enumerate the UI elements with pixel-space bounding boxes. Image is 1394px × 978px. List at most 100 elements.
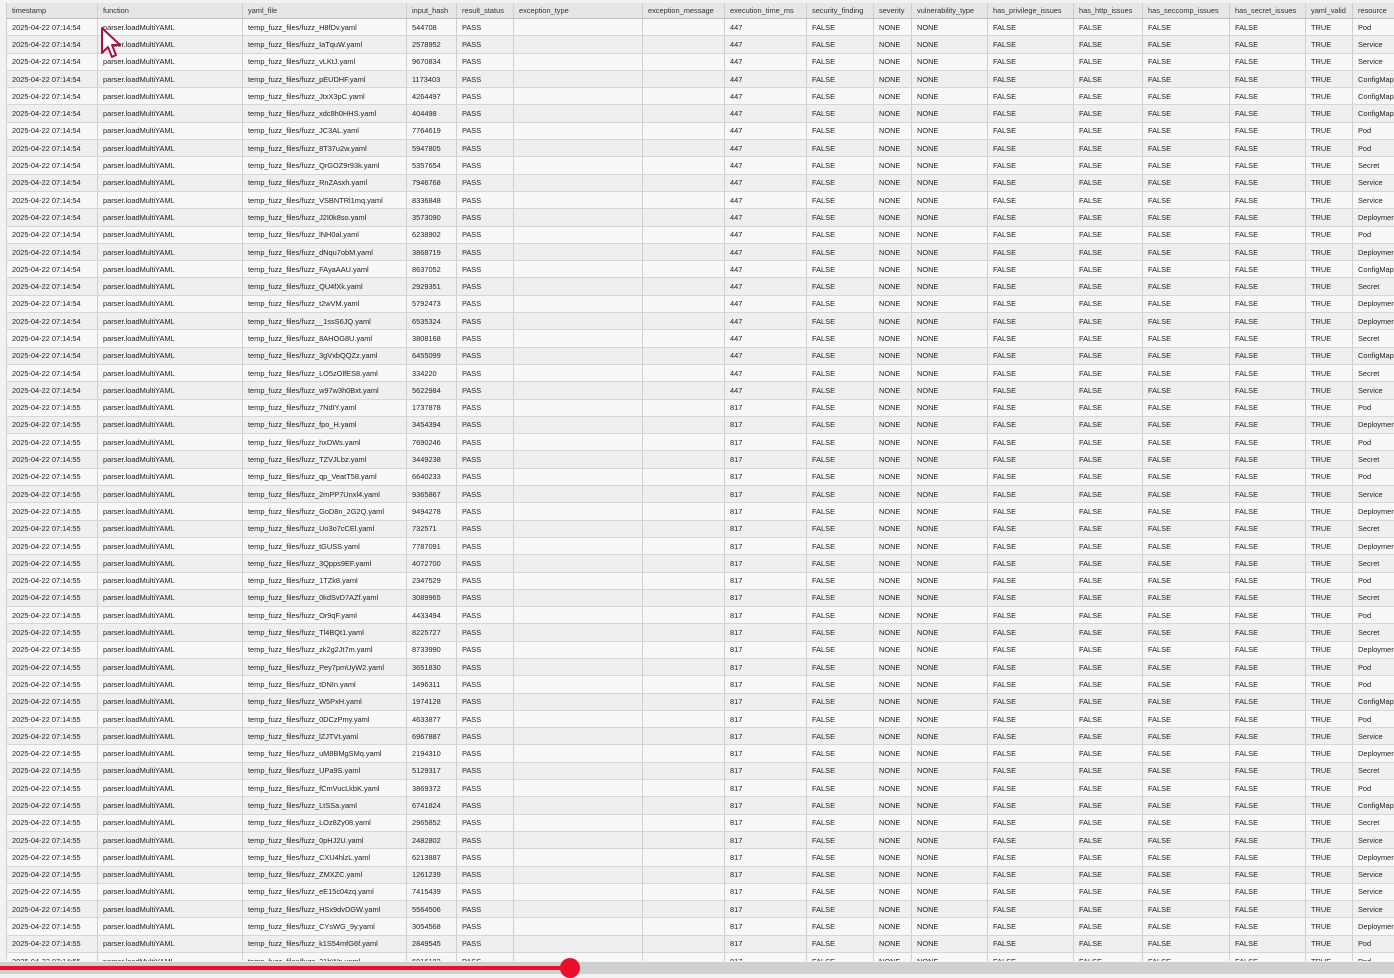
table-cell[interactable]: TRUE <box>1306 624 1353 641</box>
table-cell[interactable]: FALSE <box>1143 486 1230 503</box>
table-cell[interactable]: FALSE <box>1143 226 1230 243</box>
table-cell[interactable]: TRUE <box>1306 88 1353 105</box>
table-cell[interactable]: FALSE <box>1074 918 1143 935</box>
table-cell[interactable]: TRUE <box>1306 451 1353 468</box>
table-cell[interactable]: NONE <box>874 191 912 208</box>
table-cell[interactable]: temp_fuzz_files/fuzz_8T37u2w.yaml <box>243 140 407 157</box>
table-cell[interactable]: FALSE <box>807 728 874 745</box>
table-cell[interactable]: FALSE <box>988 572 1074 589</box>
table-cell[interactable]: Service <box>1353 174 1394 191</box>
table-cell[interactable] <box>643 935 725 952</box>
table-cell[interactable] <box>643 434 725 451</box>
table-cell[interactable]: 1737878 <box>407 399 457 416</box>
table-cell[interactable]: FALSE <box>1074 364 1143 381</box>
table-cell[interactable]: NONE <box>874 589 912 606</box>
table-cell[interactable]: PASS <box>457 641 514 658</box>
table-cell[interactable]: FALSE <box>807 364 874 381</box>
table-cell[interactable]: FALSE <box>807 486 874 503</box>
table-cell[interactable]: Pod <box>1353 658 1394 675</box>
table-cell[interactable]: NONE <box>874 364 912 381</box>
table-cell[interactable]: FALSE <box>988 918 1074 935</box>
table-cell[interactable]: 6238902 <box>407 226 457 243</box>
table-cell[interactable]: 447 <box>725 278 807 295</box>
table-cell[interactable]: parser.loadMultiYAML <box>98 658 243 675</box>
table-cell[interactable]: FALSE <box>1074 88 1143 105</box>
table-cell[interactable] <box>514 883 643 900</box>
table-cell[interactable]: 817 <box>725 883 807 900</box>
table-cell[interactable]: 817 <box>725 589 807 606</box>
table-cell[interactable]: NONE <box>874 693 912 710</box>
table-cell[interactable]: temp_fuzz_files/fuzz_TZVJLbz.yaml <box>243 451 407 468</box>
table-cell[interactable]: FALSE <box>1143 330 1230 347</box>
table-cell[interactable]: FALSE <box>1074 468 1143 485</box>
table-cell[interactable]: 817 <box>725 399 807 416</box>
table-cell[interactable]: temp_fuzz_files/fuzz_GoD8n_2G2Q.yaml <box>243 503 407 520</box>
table-cell[interactable]: NONE <box>874 226 912 243</box>
table-cell[interactable]: temp_fuzz_files/fuzz_pEUDHF.yaml <box>243 70 407 87</box>
table-cell[interactable]: TRUE <box>1306 70 1353 87</box>
table-cell[interactable]: FALSE <box>1230 745 1306 762</box>
table-cell[interactable]: parser.loadMultiYAML <box>98 520 243 537</box>
table-cell[interactable]: FALSE <box>1230 797 1306 814</box>
table-cell[interactable]: Service <box>1353 53 1394 70</box>
table-cell[interactable]: 2025-04-22 07:14:55 <box>7 555 98 572</box>
table-cell[interactable]: parser.loadMultiYAML <box>98 935 243 952</box>
table-cell[interactable]: FALSE <box>1230 382 1306 399</box>
table-cell[interactable]: NONE <box>874 953 912 961</box>
table-cell[interactable]: FALSE <box>807 901 874 918</box>
table-cell[interactable]: FALSE <box>988 814 1074 831</box>
table-cell[interactable] <box>514 364 643 381</box>
table-cell[interactable]: Deployment <box>1353 503 1394 520</box>
table-cell[interactable]: NONE <box>912 572 988 589</box>
column-header[interactable]: exception_type <box>514 3 643 19</box>
table-cell[interactable]: TRUE <box>1306 295 1353 312</box>
table-cell[interactable]: FALSE <box>1074 295 1143 312</box>
table-cell[interactable]: 447 <box>725 226 807 243</box>
table-cell[interactable]: 2025-04-22 07:14:54 <box>7 53 98 70</box>
table-cell[interactable]: FALSE <box>988 901 1074 918</box>
table-cell[interactable]: parser.loadMultiYAML <box>98 191 243 208</box>
table-cell[interactable]: NONE <box>912 191 988 208</box>
table-cell[interactable]: 3449238 <box>407 451 457 468</box>
table-cell[interactable]: FALSE <box>807 814 874 831</box>
table-cell[interactable]: 2025-04-22 07:14:55 <box>7 572 98 589</box>
table-cell[interactable]: 2482802 <box>407 831 457 848</box>
table-cell[interactable] <box>643 468 725 485</box>
table-cell[interactable]: NONE <box>874 174 912 191</box>
table-cell[interactable]: FALSE <box>988 88 1074 105</box>
table-cell[interactable] <box>514 399 643 416</box>
table-cell[interactable]: FALSE <box>1143 658 1230 675</box>
table-cell[interactable] <box>643 88 725 105</box>
table-cell[interactable] <box>514 831 643 848</box>
table-cell[interactable]: 2025-04-22 07:14:54 <box>7 226 98 243</box>
table-cell[interactable]: TRUE <box>1306 814 1353 831</box>
table-cell[interactable]: 5792473 <box>407 295 457 312</box>
table-cell[interactable]: FALSE <box>1230 624 1306 641</box>
table-cell[interactable]: parser.loadMultiYAML <box>98 624 243 641</box>
table-cell[interactable]: TRUE <box>1306 728 1353 745</box>
table-cell[interactable]: PASS <box>457 19 514 36</box>
table-cell[interactable]: temp_fuzz_files/fuzz_8AHOG8U.yaml <box>243 330 407 347</box>
table-cell[interactable] <box>643 261 725 278</box>
table-cell[interactable]: FALSE <box>988 607 1074 624</box>
table-cell[interactable]: FALSE <box>1230 330 1306 347</box>
table-cell[interactable]: PASS <box>457 935 514 952</box>
table-cell[interactable] <box>643 901 725 918</box>
table-cell[interactable]: NONE <box>912 866 988 883</box>
table-cell[interactable] <box>643 814 725 831</box>
table-cell[interactable]: temp_fuzz_files/fuzz_J2I0k8so.yaml <box>243 209 407 226</box>
table-cell[interactable]: FALSE <box>988 658 1074 675</box>
table-cell[interactable]: FALSE <box>1074 814 1143 831</box>
table-cell[interactable]: 2025-04-22 07:14:55 <box>7 503 98 520</box>
table-cell[interactable]: FALSE <box>1143 797 1230 814</box>
table-cell[interactable]: TRUE <box>1306 434 1353 451</box>
table-cell[interactable]: parser.loadMultiYAML <box>98 330 243 347</box>
table-cell[interactable]: FALSE <box>1230 641 1306 658</box>
table-cell[interactable]: parser.loadMultiYAML <box>98 278 243 295</box>
table-cell[interactable]: FALSE <box>988 935 1074 952</box>
table-cell[interactable] <box>514 36 643 53</box>
column-header[interactable]: function <box>98 3 243 19</box>
table-cell[interactable]: parser.loadMultiYAML <box>98 537 243 554</box>
table-cell[interactable]: Service <box>1353 382 1394 399</box>
table-cell[interactable] <box>643 157 725 174</box>
